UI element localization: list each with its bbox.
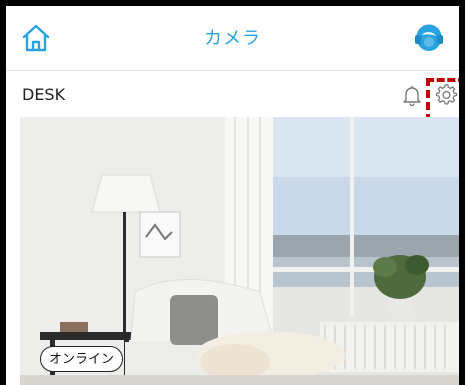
- support-headset-icon: [415, 24, 443, 51]
- status-badge: オンライン: [40, 346, 124, 372]
- alarm-button[interactable]: [401, 84, 423, 107]
- camera-name: DESK: [22, 85, 66, 104]
- camera-card-header: DESK: [6, 71, 459, 117]
- camera-snapshot-image: [20, 117, 459, 385]
- page-title: カメラ: [204, 28, 261, 49]
- app-screen: カメラ DESK オンライン: [6, 6, 459, 385]
- support-button[interactable]: [411, 20, 447, 56]
- camera-preview[interactable]: [20, 117, 459, 385]
- settings-highlight: [426, 78, 459, 122]
- top-bar: カメラ: [6, 6, 459, 70]
- bell-icon: [403, 86, 421, 107]
